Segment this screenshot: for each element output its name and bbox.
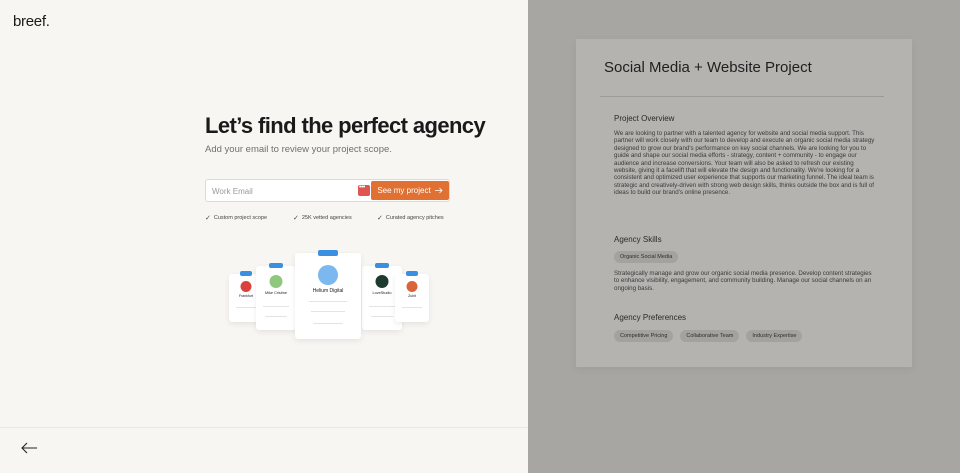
skills-title: Agency Skills xyxy=(614,235,662,244)
card-divider xyxy=(371,316,393,317)
signup-panel: breef. Let’s find the perfect agency Add… xyxy=(0,0,528,473)
preference-chip: Collaborative Team xyxy=(680,330,740,342)
arrow-right-icon xyxy=(434,187,443,194)
agency-avatar xyxy=(240,281,252,292)
card-divider xyxy=(313,323,343,324)
agency-card-left: Mike Cristine xyxy=(256,263,296,330)
card-divider xyxy=(311,311,345,312)
card-divider xyxy=(309,301,347,302)
feature-item: ✓ Custom project scope xyxy=(205,214,267,222)
see-my-project-label: See my project xyxy=(377,186,431,195)
see-my-project-button[interactable]: See my project xyxy=(371,181,449,200)
feature-label: Custom project scope xyxy=(213,215,268,221)
scope-divider xyxy=(600,96,884,97)
overview-text: We are looking to partner with a talente… xyxy=(614,130,875,197)
preference-chip: Industry Expertise xyxy=(746,330,803,342)
agency-avatar xyxy=(375,275,389,288)
check-icon: ✓ xyxy=(205,215,211,222)
overview-title: Project Overview xyxy=(614,114,675,123)
agency-card-featured: Helium Digital xyxy=(295,250,361,339)
card-tag xyxy=(269,263,283,268)
card-divider xyxy=(402,307,422,308)
skills-chips: Organic Social Media xyxy=(614,251,679,263)
feature-label: Curated agency pitches xyxy=(385,215,444,221)
feature-item: ✓ Curated agency pitches xyxy=(377,214,444,222)
card-divider xyxy=(369,306,395,307)
feature-label: 25K vetted agencies xyxy=(301,215,352,221)
card-divider xyxy=(236,307,256,308)
preferences-title: Agency Preferences xyxy=(614,313,687,322)
skills-text: Strategically manage and grow our organi… xyxy=(614,270,872,292)
password-manager-icon[interactable] xyxy=(358,184,370,196)
agency-avatar xyxy=(318,265,338,285)
email-form: See my project xyxy=(205,179,450,202)
arrow-left-icon xyxy=(21,442,37,454)
agency-name: Helium Digital xyxy=(312,288,344,294)
agency-avatar xyxy=(406,281,418,292)
skill-chip: Organic Social Media xyxy=(614,251,679,263)
feature-list: ✓ Custom project scope ✓ 25K vetted agen… xyxy=(205,214,455,224)
agency-cards-illustration: Frankfurt Mike Cristine LoveStudio Zubit xyxy=(226,250,431,345)
page-headline: Let’s find the perfect agency xyxy=(205,113,486,138)
check-icon: ✓ xyxy=(293,215,299,222)
card-divider xyxy=(263,306,289,307)
agency-card-far-right: Zubit xyxy=(395,271,429,322)
agency-avatar xyxy=(269,275,283,288)
feature-item: ✓ 25K vetted agencies xyxy=(293,214,352,222)
card-tag xyxy=(240,271,252,276)
preference-chip: Competitive Pricing xyxy=(614,330,674,342)
breef-logo[interactable]: breef. xyxy=(13,13,50,30)
card-tag xyxy=(406,271,418,276)
card-divider xyxy=(265,316,287,317)
card-tag xyxy=(318,250,338,256)
project-scope-card: Social Media + Website Project Project O… xyxy=(576,39,912,367)
work-email-input[interactable] xyxy=(212,184,352,198)
card-tag xyxy=(375,263,389,268)
page-subheadline: Add your email to review your project sc… xyxy=(205,144,392,155)
footer-divider xyxy=(0,427,528,428)
back-button[interactable] xyxy=(20,441,38,455)
agency-name: Zubit xyxy=(408,294,416,298)
check-icon: ✓ xyxy=(377,215,383,222)
scope-title: Social Media + Website Project xyxy=(604,59,812,76)
preference-chips: Competitive Pricing Collaborative Team I… xyxy=(614,330,803,342)
agency-name: Mike Cristine xyxy=(265,291,287,295)
project-scope-overlay: Social Media + Website Project Project O… xyxy=(528,0,960,473)
